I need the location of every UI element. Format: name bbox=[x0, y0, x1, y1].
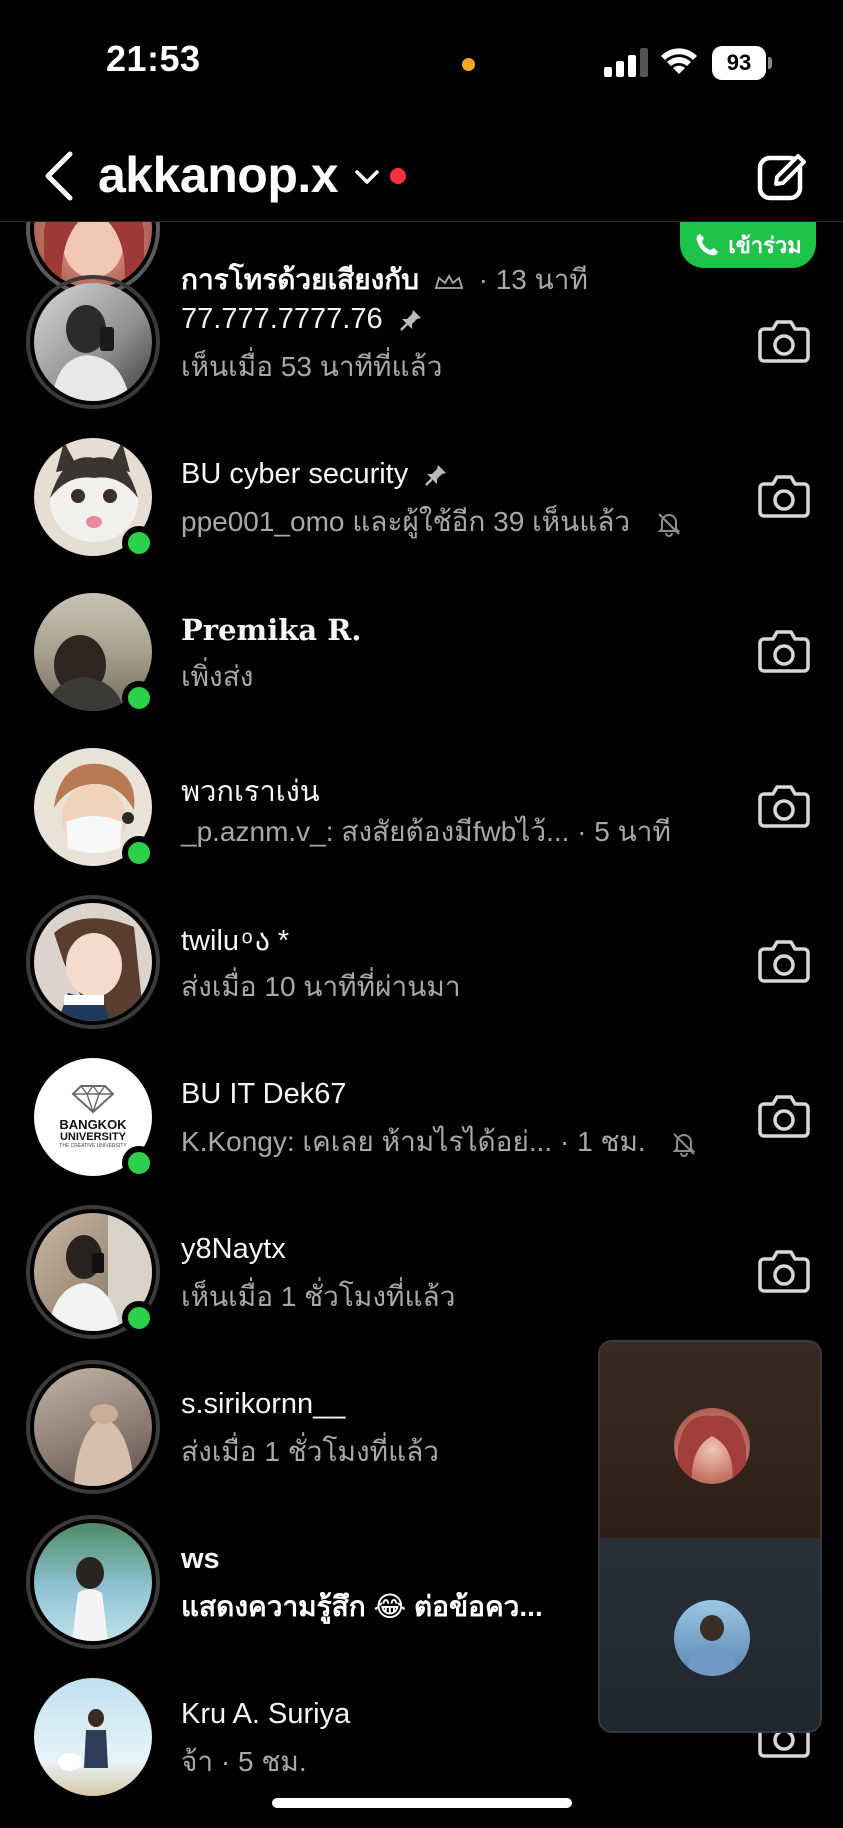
home-indicator[interactable] bbox=[272, 1798, 572, 1808]
chat-name: 77.777.7777.76 bbox=[181, 303, 423, 336]
avatar bbox=[26, 1670, 160, 1804]
call-self-tile bbox=[600, 1538, 820, 1731]
camera-icon[interactable] bbox=[758, 472, 810, 518]
chat-name: y8Naytx bbox=[181, 1233, 286, 1265]
chat-name: ws bbox=[181, 1543, 220, 1575]
compose-icon[interactable] bbox=[756, 150, 808, 202]
avatar bbox=[26, 430, 160, 564]
camera-icon[interactable] bbox=[758, 627, 810, 673]
online-status-dot bbox=[122, 836, 156, 870]
call-participant-avatar bbox=[674, 1408, 750, 1484]
back-icon[interactable] bbox=[42, 150, 76, 202]
online-status-dot bbox=[122, 681, 156, 715]
avatar bbox=[26, 275, 160, 409]
chat-subtitle: เพิ่งส่ง bbox=[181, 661, 254, 692]
notification-dot bbox=[390, 168, 406, 184]
chat-row[interactable]: พวกเราเง่น _p.aznm.v_: สงสัยต้องมีfwbไว้… bbox=[0, 730, 843, 884]
avatar bbox=[26, 895, 160, 1029]
join-call-button[interactable]: เข้าร่วม bbox=[680, 222, 816, 268]
battery-indicator: 93 bbox=[712, 46, 772, 80]
online-status-dot bbox=[122, 1301, 156, 1335]
inbox-header: akkanop.x bbox=[0, 120, 843, 222]
chat-subtitle: แสดงความรู้สึก 😂 ต่อข้อคว... bbox=[181, 1591, 543, 1622]
chat-subtitle-text: K.Kongy: เคเลย ห้ามไรได้อย่... · 1 ชม. bbox=[181, 1126, 646, 1157]
chat-subtitle: ppe001_omo และผู้ใช้อีก 39 เห็นแล้ว bbox=[181, 500, 682, 544]
avatar bbox=[26, 1205, 160, 1339]
pin-icon bbox=[425, 465, 447, 487]
status-time: 21:53 bbox=[106, 38, 201, 79]
avatar-image bbox=[34, 903, 152, 1021]
join-call-label: เข้าร่วม bbox=[728, 232, 802, 258]
chat-row[interactable]: Premika R. เพิ่งส่ง bbox=[0, 575, 843, 729]
chat-subtitle: เห็นเมื่อ 53 นาทีที่แล้ว bbox=[181, 351, 443, 382]
chat-name: พวกเราเง่น bbox=[181, 776, 320, 808]
chat-name-text: 77.777.7777.76 bbox=[181, 303, 383, 335]
chat-subtitle: เห็นเมื่อ 1 ชั่วโมงที่แล้ว bbox=[181, 1281, 456, 1312]
avatar: BANGKOK UNIVERSITY THE CREATIVE UNIVERSI… bbox=[26, 1050, 160, 1184]
chat-name: s.sirikornn__ bbox=[181, 1388, 346, 1420]
mute-icon bbox=[673, 1132, 696, 1157]
camera-icon[interactable] bbox=[758, 317, 810, 363]
chat-row[interactable]: BANGKOK UNIVERSITY THE CREATIVE UNIVERSI… bbox=[0, 1040, 843, 1194]
chat-row[interactable]: y8Naytx เห็นเมื่อ 1 ชั่วโมงที่แล้ว bbox=[0, 1195, 843, 1349]
avatar bbox=[26, 1515, 160, 1649]
chat-name: Kru A. Suriya bbox=[181, 1698, 351, 1730]
pin-icon bbox=[399, 310, 421, 332]
chat-row[interactable]: BU cyber security ppe001_omo และผู้ใช้อี… bbox=[0, 420, 843, 574]
chat-subtitle: จ้า · 5 ชม. bbox=[181, 1746, 307, 1777]
bu-logo-line1: BANGKOK bbox=[59, 1117, 127, 1132]
chat-subtitle: ส่งเมื่อ 10 นาทีที่ผ่านมา bbox=[181, 971, 461, 1002]
battery-level: 93 bbox=[712, 46, 766, 80]
phone-icon bbox=[696, 234, 719, 256]
camera-icon[interactable] bbox=[758, 1092, 810, 1138]
avatar-image bbox=[34, 283, 152, 401]
avatar-image bbox=[34, 1678, 152, 1796]
call-self-avatar bbox=[674, 1600, 750, 1676]
avatar-image bbox=[34, 1523, 152, 1641]
online-status-dot bbox=[122, 526, 156, 560]
status-bar: 21:53 93 bbox=[0, 0, 843, 120]
chat-name-text: BU cyber security bbox=[181, 458, 409, 490]
avatar-image bbox=[34, 1368, 152, 1486]
bu-logo-line3: THE CREATIVE UNIVERSITY bbox=[59, 1143, 127, 1149]
account-switcher[interactable]: akkanop.x bbox=[98, 146, 339, 204]
chat-name: Premika R. bbox=[181, 613, 362, 647]
cellular-signal-icon bbox=[604, 48, 648, 77]
battery-cap bbox=[768, 57, 772, 69]
chat-subtitle-text: ppe001_omo และผู้ใช้อีก 39 เห็นแล้ว bbox=[181, 506, 631, 537]
online-status-dot bbox=[122, 1146, 156, 1180]
chat-name: BU cyber security bbox=[181, 458, 448, 491]
chat-name: BU IT Dek67 bbox=[181, 1078, 347, 1110]
camera-icon[interactable] bbox=[758, 1247, 810, 1293]
chevron-down-icon[interactable] bbox=[354, 164, 380, 190]
privacy-indicator-dot bbox=[462, 58, 475, 71]
avatar bbox=[26, 740, 160, 874]
chat-name: twilu ͦ ა * bbox=[181, 925, 290, 957]
avatar bbox=[26, 585, 160, 719]
avatar bbox=[26, 1360, 160, 1494]
chat-subtitle: _p.aznm.v_: สงสัยต้องมีfwbไว้... · 5 นาท… bbox=[181, 816, 671, 847]
chat-row[interactable]: twilu ͦ ა * ส่งเมื่อ 10 นาทีที่ผ่านมา bbox=[0, 885, 843, 1039]
call-pip-window[interactable] bbox=[598, 1340, 822, 1733]
chat-subtitle: K.Kongy: เคเลย ห้ามไรได้อย่... · 1 ชม. bbox=[181, 1120, 697, 1164]
call-participant-tile bbox=[600, 1342, 820, 1538]
camera-icon[interactable] bbox=[758, 782, 810, 828]
bu-logo-line2: UNIVERSITY bbox=[59, 1131, 126, 1143]
diamond-logo-icon bbox=[71, 1084, 115, 1114]
mute-icon bbox=[657, 512, 681, 537]
chat-subtitle: ส่งเมื่อ 1 ชั่วโมงที่แล้ว bbox=[181, 1436, 440, 1467]
chat-row[interactable]: 77.777.7777.76 เห็นเมื่อ 53 นาทีที่แล้ว bbox=[0, 265, 843, 419]
wifi-icon bbox=[661, 48, 697, 74]
camera-icon[interactable] bbox=[758, 937, 810, 983]
